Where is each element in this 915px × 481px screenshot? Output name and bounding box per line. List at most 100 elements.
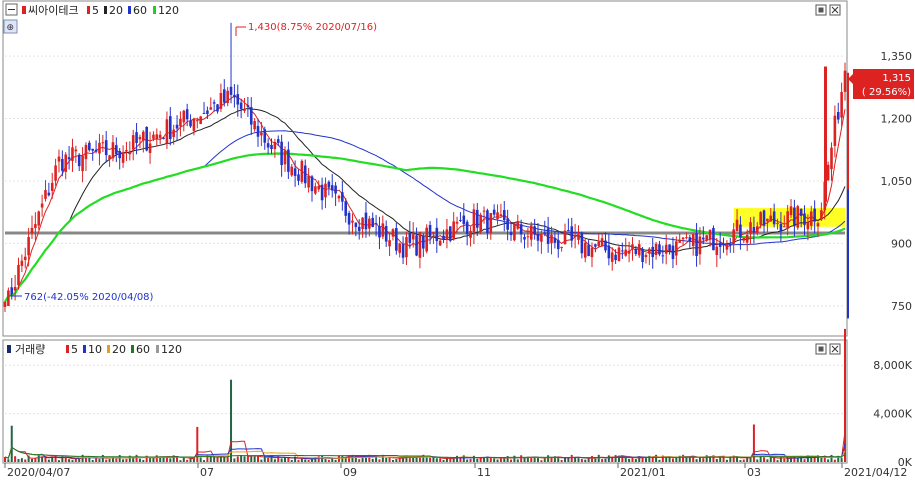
volume-bar (810, 457, 813, 462)
candle-body (34, 224, 37, 229)
candle-body (145, 126, 148, 151)
volume-bar (321, 455, 324, 462)
y-tick-label: 750 (891, 300, 912, 313)
volume-bar (614, 455, 617, 462)
candle-body (762, 210, 766, 226)
candle-body (98, 142, 101, 154)
candle-body (20, 260, 24, 266)
volume-bar (456, 455, 459, 462)
volume-bar (547, 455, 550, 462)
candle-body (57, 156, 61, 162)
candle-body (718, 242, 722, 247)
candle-body (809, 211, 813, 226)
volume-bar (766, 459, 769, 462)
candle-body (533, 226, 536, 235)
candle-body (219, 93, 223, 109)
candle-body (175, 124, 179, 129)
candle-body (735, 219, 739, 232)
legend-marker-ma60 (128, 6, 131, 14)
volume-bar (739, 460, 742, 462)
volume-bar (364, 457, 367, 462)
volume-bar (260, 459, 263, 462)
candle-body (745, 235, 749, 243)
candle-body (361, 217, 364, 230)
legend-ma5: 5 (92, 4, 99, 17)
volume-bar (725, 459, 728, 462)
candle-body (341, 192, 344, 202)
volume-bar (493, 458, 496, 462)
volume-bar (702, 458, 705, 462)
x-tick-label: 11 (477, 466, 491, 479)
candle-body (540, 235, 543, 242)
y-tick-label: 1,350 (881, 50, 913, 63)
volume-bar (631, 457, 634, 462)
candle-body (179, 118, 182, 127)
candle-body (489, 213, 493, 234)
legend-marker-vma5 (66, 345, 69, 353)
candle-body (496, 212, 499, 220)
candle-body (398, 243, 401, 253)
candle-body (391, 229, 395, 237)
volume-bar (675, 457, 678, 462)
candle-body (378, 226, 381, 238)
candle-body (722, 244, 725, 246)
volume-bar (695, 459, 698, 462)
candle-body (256, 125, 260, 137)
candle-body (452, 221, 455, 240)
candle-body (705, 235, 708, 241)
volume-bar (236, 456, 239, 462)
volume-bar (233, 458, 236, 462)
volume-series-marker (7, 345, 11, 353)
volume-bar (334, 459, 337, 462)
candle-body (411, 234, 415, 240)
candle-body (182, 110, 186, 123)
volume-bar (786, 458, 789, 462)
candle-body (195, 120, 199, 122)
volume-bar (594, 458, 597, 462)
candle-body (502, 210, 506, 221)
candle-body (7, 290, 10, 306)
volume-bar (570, 454, 573, 462)
candle-body (148, 143, 152, 153)
candle-body (54, 165, 57, 181)
volume-bar (472, 455, 475, 462)
volume-bar (30, 459, 33, 462)
candle-body (567, 230, 570, 232)
y-tick-label: 1,050 (881, 175, 913, 188)
candle-body (772, 211, 776, 225)
candle-body (799, 208, 803, 216)
candle-body (422, 236, 425, 249)
volume-bar (68, 459, 71, 462)
candle-body (776, 223, 779, 225)
volume-bar (246, 456, 249, 462)
volume-bar (385, 457, 388, 462)
candle-body (334, 185, 337, 194)
candle-body (769, 215, 773, 222)
legend-series-marker (22, 6, 26, 14)
candle-body (297, 174, 300, 181)
candle-body (580, 232, 584, 254)
volume-bar (105, 459, 108, 462)
volume-bar (607, 455, 610, 462)
volume-bar (253, 456, 256, 462)
volume-bar (439, 458, 442, 462)
candle-body (209, 107, 213, 110)
candle-body (570, 226, 574, 241)
volume-bar (341, 455, 344, 462)
volume-bar (604, 458, 607, 462)
candle-body (320, 184, 324, 201)
candle-body (115, 145, 118, 155)
candle-body (793, 207, 796, 227)
volume-bar (432, 457, 435, 462)
legend-marker-ma120 (153, 6, 156, 14)
volume-bar (223, 457, 226, 462)
candle-body (499, 214, 503, 217)
candle-body (287, 149, 290, 172)
candle-body (401, 244, 405, 258)
candle-body (475, 209, 479, 228)
legend-vma20: 20 (112, 343, 126, 356)
candle-body (71, 147, 74, 161)
candle-body (681, 237, 685, 240)
candle-body (732, 229, 735, 244)
candle-body (550, 234, 553, 244)
